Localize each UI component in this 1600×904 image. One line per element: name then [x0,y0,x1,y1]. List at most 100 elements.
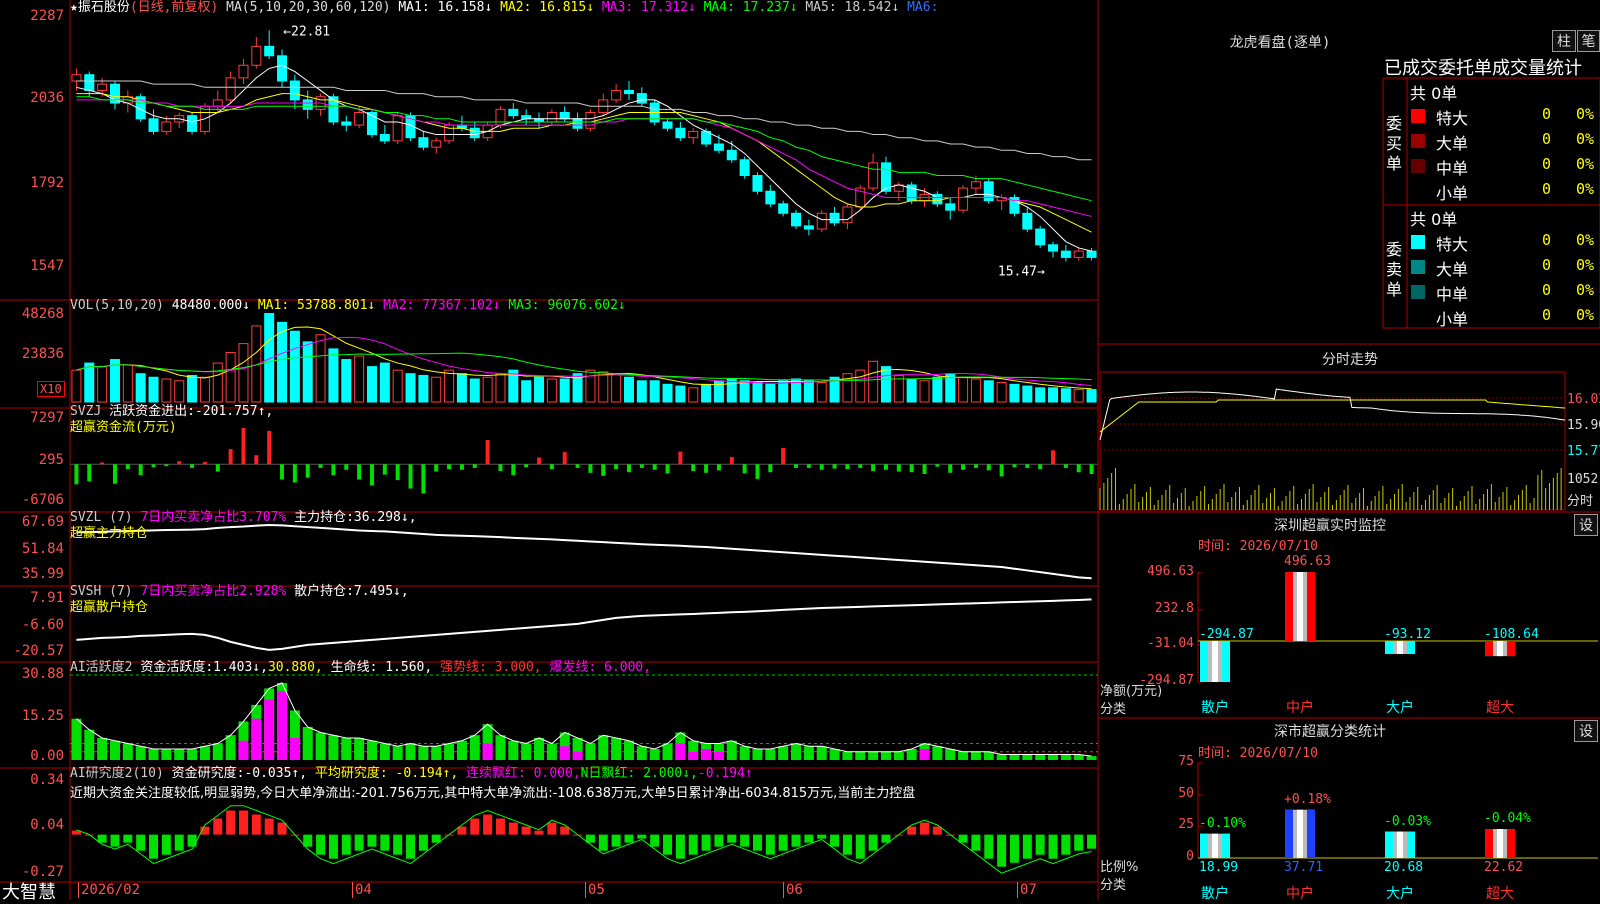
stats-title: 已成交委托单成交量统计 [1384,58,1582,79]
volume-bar [277,321,288,403]
fund-flow-bar [575,464,580,468]
svzl-label: SVZL (7) [70,510,133,525]
research-bar [1022,834,1032,859]
candle-body [212,99,223,107]
volume-bar [379,362,390,403]
fund-flow-bar [948,464,953,473]
activity-bar [932,746,943,760]
activity-bar [1022,754,1033,760]
app-logo: 大智慧 [2,882,56,903]
activity-bar [534,737,545,760]
category-value-label: 496.63 [1284,554,1331,569]
fund-flow-bar [100,462,105,465]
activity-bar [148,748,159,760]
fund-flow-bar [781,447,786,465]
research-bar [341,834,351,855]
fund-flow-bar [344,464,349,470]
intraday-axis-label: 15.90 [1567,418,1600,433]
fund-flow-bar [858,464,863,468]
research-bar [406,834,416,859]
candle-body [868,162,879,189]
activity-bar [315,732,326,760]
activity-hot-bar [919,748,930,760]
candle-body [585,112,596,129]
activity-bar [765,748,776,760]
volume-bar [366,366,377,403]
stock-name: 振石股份 [77,0,130,15]
fund-flow-bar [177,461,182,465]
research-bar [727,834,737,843]
category-pct-label: +0.18% [1284,791,1331,807]
x-tick-month: 2026/02 [78,882,140,898]
bar-panel-y-tick: 0 [1186,849,1194,864]
fund-flow-bar [935,464,940,467]
volume-bar [958,376,969,403]
ma-line-MA4 [76,96,1092,202]
activity-bar [1048,754,1059,760]
activity-bar [752,748,763,760]
classify-category-label: 分类 [1100,878,1127,893]
volume-bar [495,373,506,403]
y-tick-ai2: 0.34 [30,772,64,788]
volume-bar [803,380,814,403]
vol-ma1: MA1: 53788.801↓ [257,298,376,313]
activity-bar [508,740,519,760]
y-tick-vol: 48268 [21,306,64,322]
activity-bar [1060,754,1071,760]
sell-row-value: 0 [1542,306,1552,324]
star-icon[interactable]: ★ [70,0,78,15]
buy-row-value: 0 [1542,105,1552,123]
research-bar [508,822,518,835]
bar-panel-y-tick: 25 [1178,817,1194,832]
classify-time: 时间: 2026/07/10 [1198,746,1318,761]
volume-bar [289,330,300,403]
candle-body [778,203,789,214]
category-bar-edge [1285,572,1293,642]
activity-bar [611,737,622,760]
category-bar-edge [1407,641,1415,654]
fund-flow-bar [716,464,721,471]
classify-title: 深市超赢分类统计 [1274,724,1386,740]
fund-flow-bar [1089,464,1094,475]
fund-flow-bar [190,464,195,468]
research-bar [752,834,762,851]
candle-body [803,225,814,230]
bar-toggle-button[interactable]: 柱 [1552,30,1576,52]
volume-bar [1086,389,1097,403]
category-value-label: 37.71 [1284,860,1324,875]
candle-body [97,83,108,91]
ma-item-2: MA2: 16.815↓ [500,0,602,15]
research-bar [650,834,660,847]
line-toggle-button[interactable]: 笔 [1577,30,1600,52]
y-tick-main: 2036 [30,90,64,106]
research-bar [855,834,865,859]
candle-body [546,112,557,123]
fund-flow-bar [112,464,117,484]
volume-bar [418,374,429,403]
period-mode[interactable]: (日线,前复权) [130,0,218,15]
research-bar [1087,834,1097,849]
main-header: ★振石股份(日线,前复权) MA(5,10,20,30,60,120) MA1:… [70,0,938,16]
candle-body [945,203,956,211]
volume-bar [199,376,210,403]
fund-flow-bar [742,464,747,474]
chart-canvas[interactable]: ←22.81 15.47→ [0,0,1600,900]
svzj-label: SVZJ [70,404,102,419]
activity-bar [906,748,917,760]
candle-body [842,206,853,224]
category-name: 大户 [1386,886,1414,902]
classify-settings-button[interactable]: 设 [1574,720,1598,742]
category-name: 散户 [1201,700,1229,716]
category-name: 超大 [1486,700,1514,716]
activity-bar [341,737,352,760]
monitor-settings-button[interactable]: 设 [1574,514,1598,536]
vol-scale-badge[interactable]: X10 [37,381,65,397]
fund-flow-bar [1051,450,1056,465]
volume-bar [611,373,622,403]
activity-bar [868,751,879,760]
vol-ma3: MA3: 96076.602↓ [508,298,626,313]
candle-body [611,89,622,101]
candle-body [418,137,429,148]
activity-bar [469,735,480,760]
volume-bar [932,376,943,403]
